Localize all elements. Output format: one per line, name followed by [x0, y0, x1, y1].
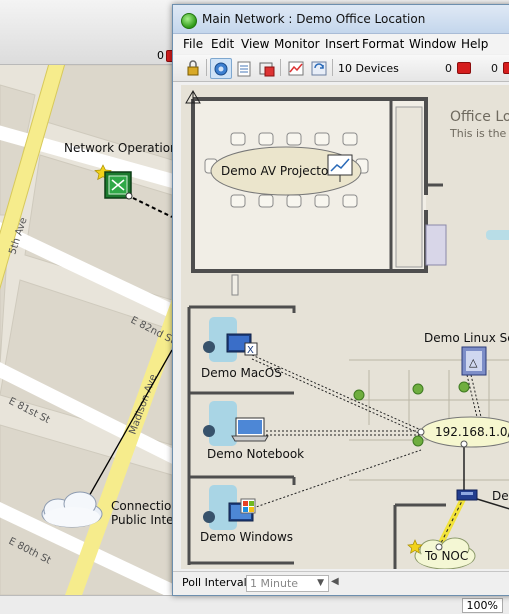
- bg-alert-count: 0: [157, 49, 164, 62]
- refresh-icon[interactable]: [308, 58, 330, 79]
- map-icon[interactable]: [256, 58, 278, 79]
- menu-monitor[interactable]: Monitor: [274, 37, 320, 51]
- network-view-icon[interactable]: [210, 58, 232, 79]
- status-bar: Poll Interval: 1 Minute ▼ ◀: [173, 571, 509, 595]
- linux-server-icon[interactable]: △: [461, 346, 487, 376]
- office-title: Office Loc: [450, 109, 509, 125]
- poll-interval-value: 1 Minute: [250, 577, 299, 590]
- alert-count-2: 0: [491, 62, 498, 75]
- office-subtitle: This is the: [449, 127, 507, 140]
- device-label-notebook: Demo Notebook: [207, 447, 304, 461]
- chart-icon[interactable]: [285, 58, 307, 79]
- map-label-public-internet: Public Inter: [111, 513, 179, 527]
- notebook-device-icon[interactable]: [231, 417, 269, 442]
- map-label-connection: Connection: [111, 499, 179, 513]
- subnet-label: 192.168.1.0/2: [435, 425, 509, 439]
- alert-count-1: 0: [445, 62, 452, 75]
- menu-edit[interactable]: Edit: [211, 37, 234, 51]
- menu-insert[interactable]: Insert: [325, 37, 359, 51]
- device-label-av-projector: Demo AV Projector: [221, 164, 333, 178]
- zoom-level[interactable]: 100%: [461, 598, 503, 613]
- map-label-network-ops: Network Operations: [64, 141, 184, 155]
- network-ops-device-icon[interactable]: [104, 171, 133, 200]
- switch-icon[interactable]: [456, 489, 478, 501]
- device-label-windows: Demo Windows: [200, 530, 293, 544]
- poll-interval-label: Poll Interval:: [182, 576, 251, 589]
- menu-window[interactable]: Window: [409, 37, 456, 51]
- svg-text:X: X: [247, 345, 254, 356]
- main-network-window: Main Network : Demo Office Location File…: [172, 4, 509, 596]
- alert-button-2[interactable]: [503, 62, 509, 74]
- device-label-noc: To NOC: [424, 549, 468, 563]
- menu-help[interactable]: Help: [461, 37, 488, 51]
- status-orb-icon: [181, 13, 197, 29]
- device-label-macos: Demo MacOS: [201, 366, 282, 380]
- device-count: 10 Devices: [338, 62, 399, 75]
- background-statusbar: [0, 595, 509, 614]
- title-bar[interactable]: Main Network : Demo Office Location: [173, 5, 509, 34]
- device-label-linux-server: Demo Linux Ser: [424, 331, 509, 345]
- menu-view[interactable]: View: [241, 37, 269, 51]
- scroll-left-icon[interactable]: ◀: [331, 576, 339, 587]
- device-label-switch: De: [492, 489, 509, 503]
- menu-file[interactable]: File: [183, 37, 203, 51]
- window-title: Main Network : Demo Office Location: [202, 12, 426, 26]
- list-icon[interactable]: [233, 58, 255, 79]
- alert-button-1[interactable]: [457, 62, 471, 74]
- svg-text:△: △: [469, 356, 478, 369]
- chevron-down-icon: ▼: [317, 578, 324, 588]
- menu-format[interactable]: Format: [362, 37, 404, 51]
- floor-plan-canvas[interactable]: Demo AV Projector Office Loc This is the: [181, 85, 509, 569]
- poll-interval-select[interactable]: 1 Minute ▼: [246, 575, 329, 592]
- lock-icon[interactable]: [182, 58, 204, 79]
- menu-bar: File Edit View Monitor Insert Format Win…: [173, 34, 509, 54]
